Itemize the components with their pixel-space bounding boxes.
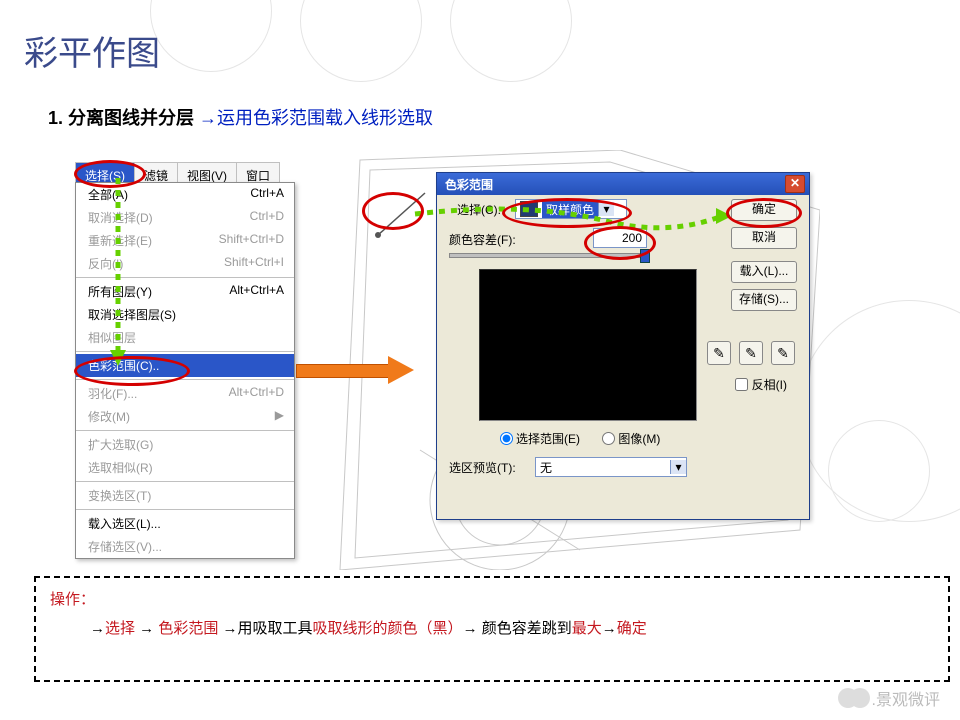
eyedropper-icon[interactable]: ✎ xyxy=(707,341,731,365)
menu-item-modify[interactable]: 修改(M)▶ xyxy=(76,405,294,428)
step-number: 1. xyxy=(48,108,63,128)
watermark: .景观微评 xyxy=(838,686,940,710)
eyedropper-minus-icon[interactable]: ✎ xyxy=(771,341,795,365)
menu-item-transform[interactable]: 变换选区(T) xyxy=(76,484,294,507)
chevron-down-icon[interactable]: ▾ xyxy=(670,460,686,474)
step-desc: 运用色彩范围载入线形选取 xyxy=(217,108,433,128)
instruction-line: →选择 → 色彩范围 →用吸取工具吸取线形的颜色（黑）→ 颜色容差跳到最大→确定 xyxy=(50,609,934,638)
menu-item-load-selection[interactable]: 载入选区(L)... xyxy=(76,512,294,535)
menu-item-save-selection[interactable]: 存储选区(V)... xyxy=(76,535,294,558)
step-bold: 分离图线并分层 xyxy=(63,108,199,128)
menu-item-feather[interactable]: 羽化(F)...Alt+Ctrl+D xyxy=(76,382,294,405)
dialog-titlebar[interactable]: 色彩范围 ✕ xyxy=(437,173,809,195)
selection-preview-label: 选区预览(T): xyxy=(449,459,516,476)
eyedropper-tools: ✎ ✎ ✎ xyxy=(707,341,795,365)
annotation-arrow xyxy=(296,356,416,384)
close-icon[interactable]: ✕ xyxy=(785,175,805,193)
eyedropper-plus-icon[interactable]: ✎ xyxy=(739,341,763,365)
radio-selection[interactable]: 选择范围(E) xyxy=(495,432,580,446)
selection-preview-combo[interactable]: 无 ▾ xyxy=(535,457,687,477)
dialog-title: 色彩范围 xyxy=(445,176,493,193)
cancel-button[interactable]: 取消 xyxy=(731,227,797,249)
save-button[interactable]: 存储(S)... xyxy=(731,289,797,311)
selection-preview-value: 无 xyxy=(536,459,670,476)
instruction-box: 操作： →选择 → 色彩范围 →用吸取工具吸取线形的颜色（黑）→ 颜色容差跳到最… xyxy=(34,576,950,682)
load-button[interactable]: 载入(L)... xyxy=(731,261,797,283)
menu-item-select-similar[interactable]: 选取相似(R) xyxy=(76,456,294,479)
radio-image[interactable]: 图像(M) xyxy=(597,432,660,446)
invert-checkbox[interactable]: 反相(I) xyxy=(731,375,787,394)
instruction-head: 操作： xyxy=(50,591,95,608)
preview-mode-radios: 选择范围(E) 图像(M) xyxy=(495,429,674,447)
slide-title: 彩平作图 xyxy=(24,26,160,75)
preview-area xyxy=(479,269,697,421)
menu-item-grow[interactable]: 扩大选取(G) xyxy=(76,433,294,456)
step-subtitle: 1. 分离图线并分层 →运用色彩范围载入线形选取 xyxy=(48,104,433,130)
arrow-glyph: → xyxy=(199,108,217,128)
